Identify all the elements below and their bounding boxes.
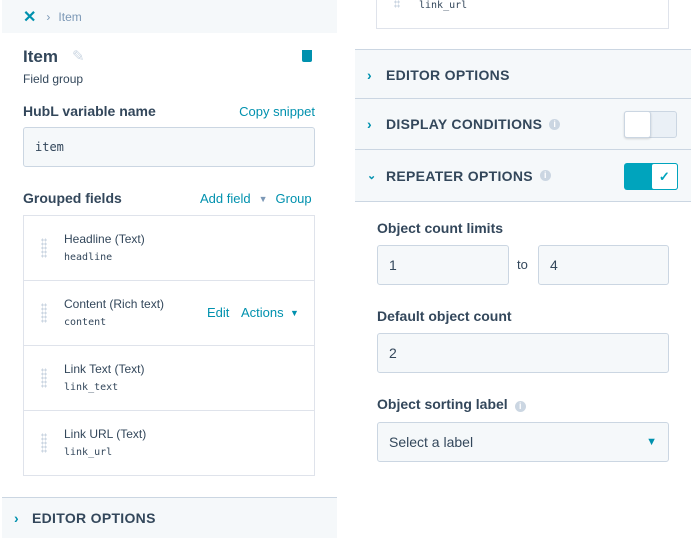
copy-snippet-link[interactable]: Copy snippet — [239, 104, 315, 119]
drag-handle-icon[interactable] — [394, 0, 400, 8]
to-label: to — [517, 257, 528, 272]
min-count-input[interactable]: 1 — [377, 245, 509, 285]
pencil-icon[interactable]: ✎ — [72, 47, 85, 65]
chevron-down-icon: ⌄ — [367, 170, 377, 182]
page-title: Item — [23, 47, 58, 66]
group-button[interactable]: Group — [276, 191, 312, 207]
add-field-button[interactable]: Add field — [200, 191, 251, 207]
field-row[interactable]: Headline (Text) headline — [23, 215, 315, 281]
drag-handle-icon[interactable] — [41, 303, 47, 323]
trash-icon[interactable] — [302, 50, 312, 62]
chevron-right-icon: › — [14, 510, 19, 526]
field-row-link-url[interactable]: link_url — [376, 0, 669, 29]
sort-label-select[interactable]: Select a label ▼ — [377, 422, 669, 462]
chevron-right-icon: › — [367, 66, 372, 83]
hubl-label: HubL variable name — [23, 103, 156, 119]
info-icon[interactable]: i — [539, 170, 551, 181]
hubl-input[interactable]: item — [23, 127, 315, 167]
left-panel: ✕ › Item Item ✎ Field group HubL variabl… — [0, 0, 337, 538]
breadcrumb-current: Item — [58, 9, 82, 24]
field-row[interactable]: Link Text (Text) link_text — [23, 346, 315, 411]
display-conditions-section[interactable]: › DISPLAY CONDITIONS i — [355, 98, 691, 149]
caret-down-icon[interactable]: ▼ — [259, 191, 268, 207]
field-row[interactable]: Content (Rich text) content Edit Actions … — [23, 281, 315, 346]
max-count-input[interactable]: 4 — [538, 245, 669, 285]
drag-handle-icon[interactable] — [41, 433, 47, 453]
caret-down-icon[interactable]: ▼ — [290, 308, 299, 318]
caret-down-icon: ▼ — [646, 436, 657, 448]
grouped-label: Grouped fields — [23, 190, 122, 206]
breadcrumb: ✕ › Item — [2, 0, 337, 33]
display-conditions-toggle[interactable] — [624, 111, 677, 138]
chevron-right-icon: › — [367, 116, 372, 132]
repeater-options-section[interactable]: ⌄ REPEATER OPTIONS i ✓ — [355, 149, 691, 201]
info-icon[interactable]: i — [549, 118, 561, 130]
repeater-options-toggle[interactable]: ✓ — [624, 163, 678, 190]
field-row[interactable]: Link URL (Text) link_url — [23, 411, 315, 476]
sort-label: Object sorting label i — [377, 396, 526, 412]
info-icon[interactable]: i — [514, 401, 526, 412]
subtitle: Field group — [23, 72, 84, 86]
tools-icon[interactable]: ✕ — [23, 7, 36, 27]
drag-handle-icon[interactable] — [41, 238, 47, 258]
drag-handle-icon[interactable] — [41, 368, 47, 388]
limits-label: Object count limits — [377, 220, 504, 236]
edit-button[interactable]: Edit — [207, 305, 229, 320]
editor-options-section[interactable]: › EDITOR OPTIONS — [355, 49, 691, 99]
editor-options-section[interactable]: › EDITOR OPTIONS — [2, 497, 337, 538]
actions-button[interactable]: Actions — [241, 305, 284, 320]
default-count-label: Default object count — [377, 308, 512, 324]
right-panel: link_url › EDITOR OPTIONS › DISPLAY CONDIT… — [355, 0, 691, 538]
grouped-actions: Add field ▼ Group — [200, 191, 312, 207]
default-count-input[interactable]: 2 — [377, 333, 669, 373]
